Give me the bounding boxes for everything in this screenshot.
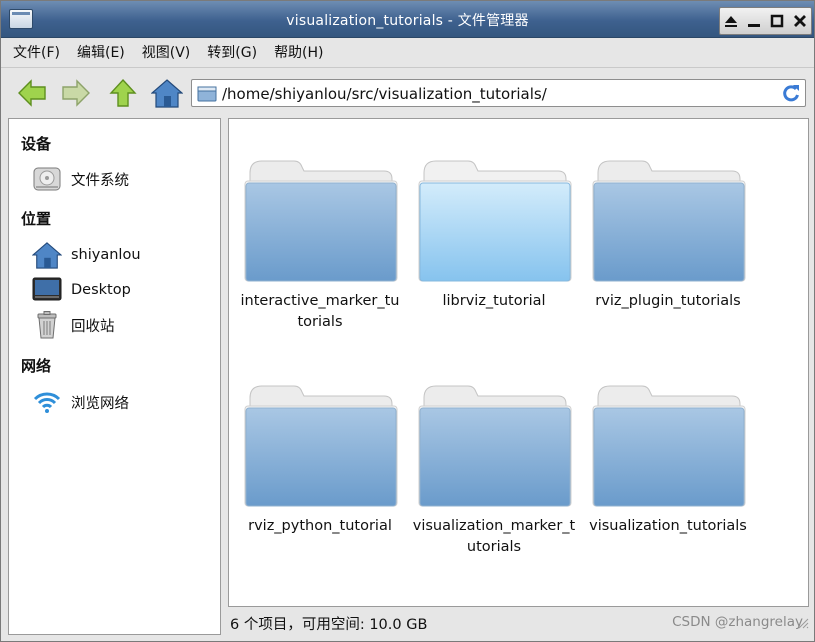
menu-edit[interactable]: 编辑(E) — [77, 42, 125, 62]
arrow-up-icon — [109, 78, 137, 107]
sidebar-heading-devices: 设备 — [21, 135, 52, 153]
title-bar[interactable]: visualization_tutorials - 文件管理器 — [1, 1, 814, 38]
folder-item[interactable]: visualization_marker_tutorials — [409, 382, 579, 558]
home-button[interactable] — [150, 77, 184, 109]
folder-item[interactable]: rviz_plugin_tutorials — [583, 157, 753, 312]
toolbar: /home/shiyanlou/src/visualization_tutori… — [1, 67, 814, 118]
maximize-button[interactable] — [767, 11, 787, 31]
sidebar-heading-network: 网络 — [21, 357, 52, 375]
folder-icon — [418, 160, 572, 282]
sidebar-item-desktop[interactable]: Desktop — [31, 275, 131, 305]
close-button[interactable] — [790, 11, 810, 31]
arrow-right-icon — [62, 79, 90, 107]
back-button[interactable] — [15, 77, 49, 109]
folder-icon — [244, 385, 398, 507]
folder-name: visualization_tutorials — [589, 518, 747, 534]
folder-name: rviz_plugin_tutorials — [595, 293, 741, 309]
file-manager-window: visualization_tutorials - 文件管理器 文件(F) 编辑… — [0, 0, 815, 642]
sidebar-item-trash[interactable]: 回收站 — [31, 310, 115, 340]
status-text: 6 个项目，可用空间: 10.0 GB — [230, 617, 428, 633]
folder-icon — [592, 160, 746, 282]
folder-item[interactable]: interactive_marker_tutorials — [235, 157, 405, 333]
sidebar: 设备 文件系统 位置 shiyanlou Desktop 回收站 网络 浏览网络 — [8, 118, 221, 635]
menu-help[interactable]: 帮助(H) — [274, 42, 323, 62]
sidebar-item-label: Desktop — [71, 282, 131, 298]
menu-view[interactable]: 视图(V) — [142, 42, 191, 62]
sidebar-item-label: 回收站 — [71, 318, 115, 335]
window-controls — [719, 7, 812, 35]
forward-button[interactable] — [59, 77, 93, 109]
folder-name: rviz_python_tutorial — [248, 518, 392, 534]
sidebar-item-home[interactable]: shiyanlou — [31, 240, 141, 270]
address-bar[interactable]: /home/shiyanlou/src/visualization_tutori… — [191, 79, 806, 107]
folder-icon — [592, 385, 746, 507]
drive-icon — [31, 164, 63, 194]
watermark: CSDN @zhangrelay — [672, 614, 803, 630]
window-title: visualization_tutorials - 文件管理器 — [286, 13, 529, 29]
wifi-icon — [31, 387, 63, 417]
status-bar: 6 个项目，可用空间: 10.0 GB CSDN @zhangrelay — [228, 609, 809, 635]
home-icon — [31, 240, 63, 270]
sidebar-item-label: 文件系统 — [71, 172, 129, 189]
address-text[interactable]: /home/shiyanlou/src/visualization_tutori… — [222, 85, 547, 103]
arrow-left-icon — [18, 79, 46, 107]
folder-icon — [244, 160, 398, 282]
folder-name: interactive_marker_tutorials — [240, 293, 400, 330]
trash-icon — [31, 310, 63, 340]
sidebar-heading-places: 位置 — [21, 210, 52, 228]
up-button[interactable] — [106, 77, 140, 109]
desktop-icon — [31, 275, 63, 305]
file-view[interactable]: interactive_marker_tutorials librviz_tut… — [228, 118, 809, 607]
menu-file[interactable]: 文件(F) — [13, 42, 60, 62]
folder-icon — [418, 385, 572, 507]
folder-item-selected[interactable]: librviz_tutorial — [409, 157, 579, 312]
sidebar-item-network[interactable]: 浏览网络 — [31, 387, 129, 417]
minimize-button[interactable] — [744, 11, 764, 31]
sidebar-item-label: 浏览网络 — [71, 395, 129, 412]
folder-name: librviz_tutorial — [442, 293, 546, 309]
refresh-icon[interactable] — [781, 83, 801, 103]
resize-grip-icon[interactable] — [797, 617, 809, 629]
home-icon — [151, 79, 183, 108]
folder-name: visualization_marker_tutorials — [412, 518, 576, 555]
folder-item[interactable]: rviz_python_tutorial — [235, 382, 405, 537]
menu-go[interactable]: 转到(G) — [207, 42, 257, 62]
shade-button[interactable] — [721, 11, 741, 31]
sidebar-item-filesystem[interactable]: 文件系统 — [31, 164, 129, 194]
menu-bar: 文件(F) 编辑(E) 视图(V) 转到(G) 帮助(H) — [1, 38, 814, 66]
sidebar-item-label: shiyanlou — [71, 247, 141, 263]
folder-item[interactable]: visualization_tutorials — [583, 382, 753, 537]
folder-icon — [197, 86, 217, 102]
